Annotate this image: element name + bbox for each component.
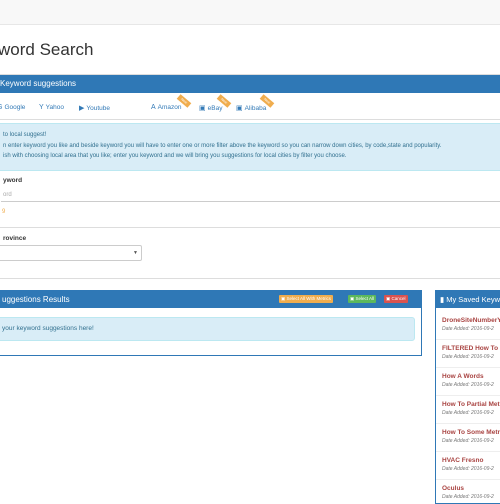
results-message: your keyword suggestions here! <box>2 325 94 332</box>
caret-down-icon: ▼ <box>133 250 138 256</box>
saved-keyword-date: Date Added: 2016-09-2 <box>442 466 494 472</box>
top-navbar <box>0 0 500 25</box>
tab-yahoo[interactable]: Y Yahoo <box>39 104 64 111</box>
saved-keyword-date: Date Added: 2016-09-2 <box>442 438 494 444</box>
divider <box>436 479 500 480</box>
saved-keyword-item: FILTERED How To Date Added: 2016-09-2 <box>442 345 500 360</box>
button-label: Cancel <box>391 296 406 301</box>
saved-keyword-date: Date Added: 2016-09-2 <box>442 410 494 416</box>
divider <box>436 339 500 340</box>
saved-keyword-link[interactable]: How A Words <box>442 373 500 380</box>
tab-ebay[interactable]: ▣ eBay New <box>199 94 232 112</box>
panel-title: Keyword suggestions <box>0 79 77 88</box>
select-all-button[interactable]: ▣ Select All <box>348 295 377 303</box>
tab-alibaba[interactable]: ▣ Alibaba New <box>236 94 275 112</box>
youtube-icon: ▶ <box>79 105 85 112</box>
saved-keywords-panel: ▮ My Saved Keyw DroneSiteNumberY Date Add… <box>435 290 500 504</box>
keyword-input[interactable]: ord <box>1 189 500 202</box>
alibaba-icon: ▣ <box>236 105 243 112</box>
keyword-suggestions-panel: Keyword suggestions GGoogle YYahoo ▶Yout… <box>0 74 500 279</box>
tab-google[interactable]: GGoogle <box>0 104 25 111</box>
google-icon: G <box>0 104 2 111</box>
button-label: Select All With Metrics <box>286 296 332 301</box>
info-heading: to local suggest! <box>3 132 47 138</box>
results-header: uggestions Results ▣ Select All With Met… <box>0 291 421 308</box>
saved-keyword-item: How A Words Date Added: 2016-09-2 <box>442 373 500 388</box>
page-title: word Search <box>0 40 94 59</box>
saved-title: ▮ My Saved Keyw <box>440 295 500 304</box>
saved-keyword-item: How To Some Metr Date Added: 2016-09-2 <box>442 429 500 444</box>
yahoo-icon: Y <box>39 104 44 111</box>
button-label: Select All <box>355 296 375 301</box>
info-alert: to local suggest! n enter keyword you li… <box>0 123 500 171</box>
tab-youtube[interactable]: ▶ Youtube <box>79 104 110 112</box>
info-text: ish with choosing local area that you li… <box>3 153 347 159</box>
tab-label: Amazon <box>157 104 182 111</box>
saved-keyword-link[interactable]: DroneSiteNumberY <box>442 317 500 324</box>
divider <box>0 227 500 228</box>
saved-keyword-link[interactable]: How To Partial Met <box>442 401 500 408</box>
tab-label: Youtube <box>86 105 111 112</box>
saved-keyword-date: Date Added: 2016-09-2 <box>442 326 494 332</box>
results-title: uggestions Results <box>2 295 70 304</box>
keyword-placeholder: ord <box>3 192 12 198</box>
divider <box>436 367 500 368</box>
amazon-icon: A <box>151 104 156 111</box>
keyword-label: yword <box>3 177 23 184</box>
source-tabs: GGoogle YYahoo ▶Youtube AAmazon New ▣eBa… <box>0 94 500 120</box>
results-alert: your keyword suggestions here! <box>0 317 415 341</box>
saved-keyword-date: Date Added: 2016-09-2 <box>442 382 494 388</box>
panel-header: Keyword suggestions <box>0 75 500 93</box>
saved-keyword-item: Oculus Date Added: 2016-09-2 <box>442 485 500 500</box>
info-text: n enter keyword you like and beside keyw… <box>3 143 442 149</box>
divider <box>436 423 500 424</box>
suggestions-results-panel: uggestions Results ▣ Select All With Met… <box>0 290 422 356</box>
select-all-with-metrics-button[interactable]: ▣ Select All With Metrics <box>279 295 334 303</box>
divider <box>436 395 500 396</box>
tab-label: Alibaba <box>244 105 267 112</box>
saved-keyword-date: Date Added: 2016-09-2 <box>442 494 494 500</box>
saved-header: ▮ My Saved Keyw <box>436 291 500 308</box>
keyword-count: 9 <box>2 209 6 215</box>
divider <box>436 451 500 452</box>
tab-label: eBay <box>207 105 223 112</box>
cancel-button[interactable]: ▣ Cancel <box>384 295 408 303</box>
saved-keyword-link[interactable]: How To Some Metr <box>442 429 500 436</box>
tab-label: Google <box>4 104 26 111</box>
saved-keyword-item: How To Partial Met Date Added: 2016-09-2 <box>442 401 500 416</box>
ebay-icon: ▣ <box>199 105 206 112</box>
saved-title-text: My Saved Keyw <box>446 295 500 304</box>
saved-keyword-link[interactable]: HVAC Fresno <box>442 457 500 464</box>
province-label: rovince <box>3 235 27 242</box>
saved-keyword-date: Date Added: 2016-09-2 <box>442 354 494 360</box>
saved-keyword-item: DroneSiteNumberY Date Added: 2016-09-2 <box>442 317 500 332</box>
tab-label: Yahoo <box>45 104 64 111</box>
tab-amazon[interactable]: A Amazon New <box>151 94 192 111</box>
saved-keyword-link[interactable]: Oculus <box>442 485 500 492</box>
saved-keyword-link[interactable]: FILTERED How To <box>442 345 500 352</box>
saved-keyword-item: HVAC Fresno Date Added: 2016-09-2 <box>442 457 500 472</box>
province-select[interactable]: ▼ <box>0 245 142 261</box>
